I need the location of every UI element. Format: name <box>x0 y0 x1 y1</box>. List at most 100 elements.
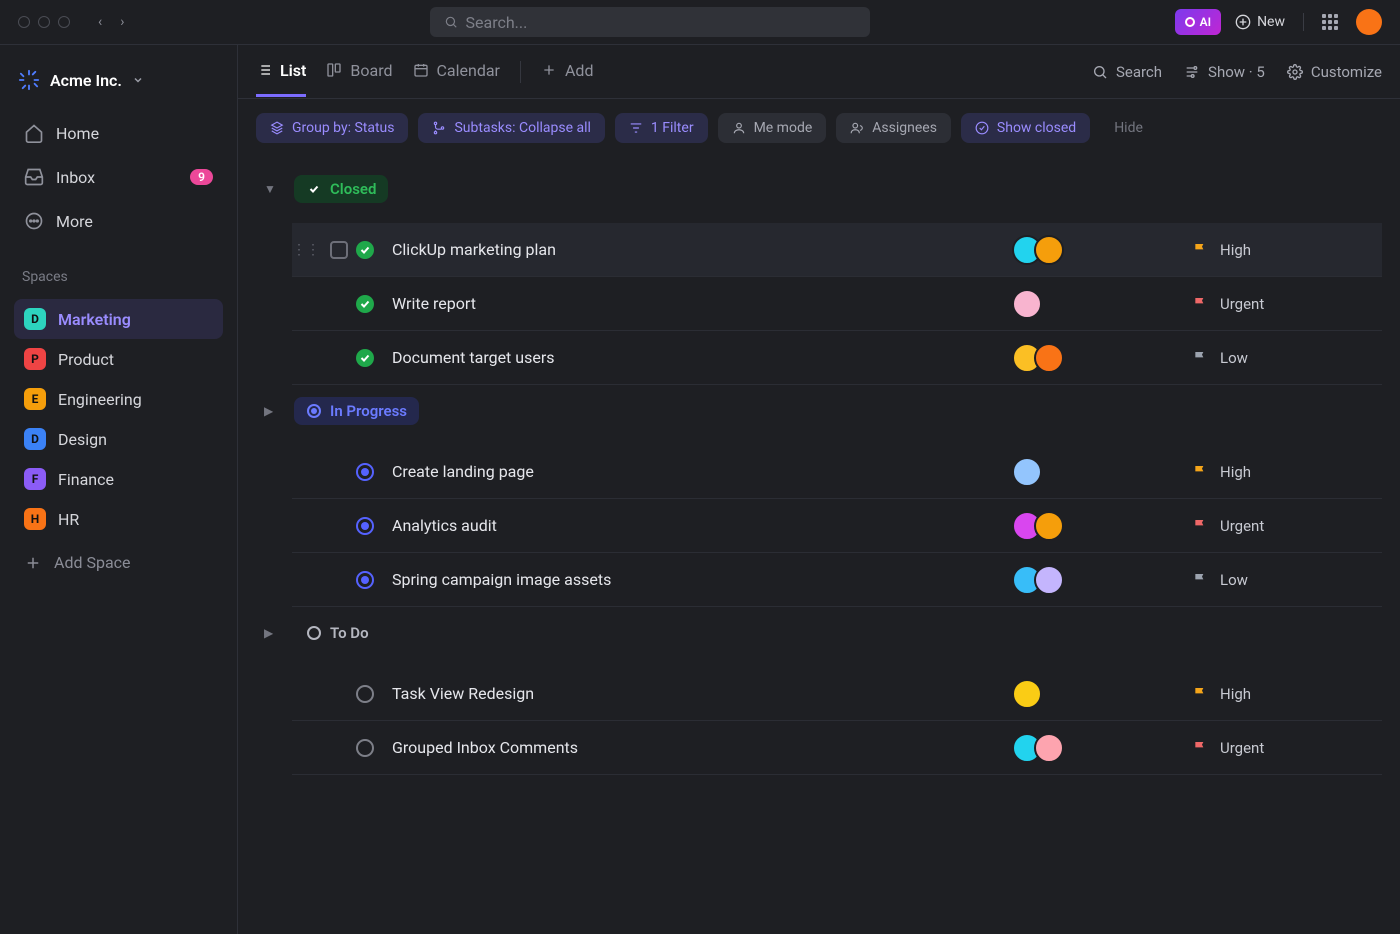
view-tab-calendar[interactable]: Calendar <box>413 61 500 97</box>
window-controls[interactable] <box>18 16 70 28</box>
assignee-avatar[interactable] <box>1034 343 1064 373</box>
add-space-button[interactable]: Add Space <box>14 543 223 582</box>
assignees-cell[interactable] <box>1012 343 1192 373</box>
view-tab-list[interactable]: List <box>256 61 306 97</box>
assignee-avatar[interactable] <box>1012 457 1042 487</box>
status-progress-icon[interactable] <box>356 571 374 589</box>
sidebar-space-design[interactable]: DDesign <box>14 419 223 459</box>
group-by-chip[interactable]: Group by: Status <box>256 113 408 143</box>
customize-button[interactable]: Customize <box>1287 63 1382 81</box>
task-row[interactable]: ⋮⋮ Spring campaign image assets Low <box>292 553 1382 607</box>
priority-cell[interactable]: Low <box>1192 571 1372 589</box>
topbar: ‹ › Search... AI New <box>0 0 1400 45</box>
subtasks-chip[interactable]: Subtasks: Collapse all <box>418 113 604 143</box>
apps-icon[interactable] <box>1322 14 1338 30</box>
collapse-icon[interactable]: ▶ <box>264 626 280 640</box>
assignee-avatar[interactable] <box>1034 511 1064 541</box>
sidebar-space-finance[interactable]: FFinance <box>14 459 223 499</box>
status-done-icon[interactable] <box>356 241 374 259</box>
group-closed: ▼ Closed ⋮⋮ ClickUp marketing plan High … <box>256 169 1382 385</box>
task-name[interactable]: Create landing page <box>378 462 1012 481</box>
status-done-icon[interactable] <box>356 295 374 313</box>
task-name[interactable]: Document target users <box>378 348 1012 367</box>
view-tab-board[interactable]: Board <box>326 61 392 97</box>
task-row[interactable]: ⋮⋮ Grouped Inbox Comments Urgent <box>292 721 1382 775</box>
priority-cell[interactable]: Urgent <box>1192 295 1372 313</box>
assignee-avatar[interactable] <box>1012 679 1042 709</box>
priority-cell[interactable]: High <box>1192 685 1372 703</box>
filter-chip[interactable]: 1 Filter <box>615 113 708 143</box>
group-header[interactable]: ▶ To Do <box>256 613 1382 653</box>
hide-filters-button[interactable]: Hide <box>1114 120 1143 136</box>
sidebar-space-marketing[interactable]: DMarketing <box>14 299 223 339</box>
assignees-cell[interactable] <box>1012 679 1192 709</box>
assignees-cell[interactable] <box>1012 565 1192 595</box>
collapse-icon[interactable]: ▼ <box>264 182 280 196</box>
status-todo-icon[interactable] <box>356 685 374 703</box>
sidebar-item-inbox[interactable]: Inbox 9 <box>14 157 223 197</box>
task-row[interactable]: ⋮⋮ Analytics audit Urgent <box>292 499 1382 553</box>
status-pill[interactable]: In Progress <box>294 397 419 425</box>
space-label: HR <box>58 510 79 529</box>
collapse-icon[interactable]: ▶ <box>264 404 280 418</box>
task-name[interactable]: Spring campaign image assets <box>378 570 1012 589</box>
priority-cell[interactable]: Urgent <box>1192 739 1372 757</box>
group-header[interactable]: ▶ In Progress <box>256 391 1382 431</box>
global-search[interactable]: Search... <box>430 7 870 37</box>
show-closed-chip[interactable]: Show closed <box>961 113 1090 143</box>
status-pill[interactable]: To Do <box>294 619 381 647</box>
task-row[interactable]: ⋮⋮ Write report Urgent <box>292 277 1382 331</box>
sidebar-item-more[interactable]: More <box>14 201 223 241</box>
task-checkbox[interactable] <box>330 241 348 259</box>
priority-cell[interactable]: High <box>1192 241 1372 259</box>
assignees-cell[interactable] <box>1012 511 1192 541</box>
sidebar-space-hr[interactable]: HHR <box>14 499 223 539</box>
ai-button[interactable]: AI <box>1175 9 1221 35</box>
assignees-cell[interactable] <box>1012 235 1192 265</box>
priority-cell[interactable]: Low <box>1192 349 1372 367</box>
priority-cell[interactable]: Urgent <box>1192 517 1372 535</box>
status-progress-icon[interactable] <box>356 517 374 535</box>
assignees-cell[interactable] <box>1012 457 1192 487</box>
priority-label: High <box>1220 241 1251 259</box>
task-name[interactable]: Analytics audit <box>378 516 1012 535</box>
task-name[interactable]: Write report <box>378 294 1012 313</box>
sidebar-space-product[interactable]: PProduct <box>14 339 223 379</box>
new-button[interactable]: New <box>1235 14 1285 30</box>
assignee-avatar[interactable] <box>1034 733 1064 763</box>
me-mode-chip[interactable]: Me mode <box>718 113 827 143</box>
show-columns-button[interactable]: Show · 5 <box>1184 63 1265 81</box>
priority-cell[interactable]: High <box>1192 463 1372 481</box>
drag-handle-icon[interactable]: ⋮⋮ <box>292 242 330 258</box>
search-label: Search <box>1116 63 1162 81</box>
task-name[interactable]: Task View Redesign <box>378 684 1012 703</box>
search-tasks-button[interactable]: Search <box>1092 63 1162 81</box>
forward-button[interactable]: › <box>120 14 124 30</box>
sidebar-space-engineering[interactable]: EEngineering <box>14 379 223 419</box>
task-name[interactable]: Grouped Inbox Comments <box>378 738 1012 757</box>
back-button[interactable]: ‹ <box>98 14 102 30</box>
task-row[interactable]: ⋮⋮ Create landing page High <box>292 445 1382 499</box>
status-done-icon[interactable] <box>356 349 374 367</box>
status-progress-icon[interactable] <box>356 463 374 481</box>
task-row[interactable]: ⋮⋮ Task View Redesign High <box>292 667 1382 721</box>
status-todo-icon[interactable] <box>356 739 374 757</box>
status-pill[interactable]: Closed <box>294 175 388 203</box>
task-row[interactable]: ⋮⋮ Document target users Low <box>292 331 1382 385</box>
assignee-avatar[interactable] <box>1012 289 1042 319</box>
add-view-button[interactable]: Add <box>541 61 593 97</box>
assignees-cell[interactable] <box>1012 289 1192 319</box>
sidebar-item-home[interactable]: Home <box>14 113 223 153</box>
assignees-cell[interactable] <box>1012 733 1192 763</box>
assignees-chip[interactable]: Assignees <box>836 113 951 143</box>
task-row[interactable]: ⋮⋮ ClickUp marketing plan High <box>292 223 1382 277</box>
task-name[interactable]: ClickUp marketing plan <box>378 240 1012 259</box>
workspace-switcher[interactable]: Acme Inc. <box>14 63 223 97</box>
assignee-avatar[interactable] <box>1034 565 1064 595</box>
list-icon <box>256 62 272 78</box>
topbar-right: New <box>1235 9 1382 35</box>
user-avatar[interactable] <box>1356 9 1382 35</box>
group-todo: ▶ To Do ⋮⋮ Task View Redesign High ⋮⋮ Gr… <box>256 613 1382 775</box>
group-header[interactable]: ▼ Closed <box>256 169 1382 209</box>
assignee-avatar[interactable] <box>1034 235 1064 265</box>
